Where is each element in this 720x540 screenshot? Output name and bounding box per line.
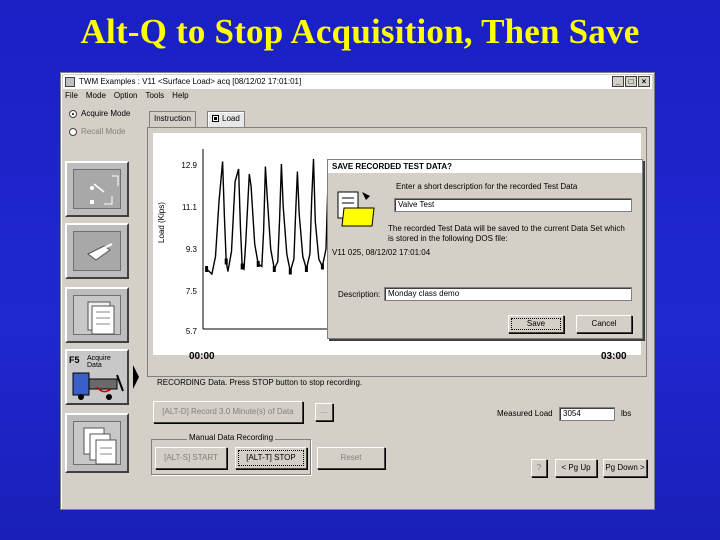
tab-instruction-label: Instruction: [154, 114, 191, 123]
menu-tools[interactable]: Tools: [145, 91, 164, 100]
recall-mode-radio[interactable]: Recall Mode: [69, 127, 125, 136]
side-panel-sensor[interactable]: [65, 161, 129, 217]
report-icon: [87, 301, 115, 335]
menu-mode[interactable]: Mode: [86, 91, 106, 100]
dialog-prompt: Enter a short description for the record…: [396, 182, 578, 191]
minimize-button[interactable]: _: [612, 76, 624, 87]
measured-load-label: Measured Load: [497, 409, 553, 418]
acquire-mode-label: Acquire Mode: [81, 109, 131, 118]
data-point: [240, 263, 244, 270]
data-point: [205, 266, 209, 272]
unit-label: lbs: [621, 409, 632, 418]
x-tick-label: 03:00: [601, 351, 627, 362]
data-point: [256, 261, 260, 267]
app-icon: [65, 77, 75, 87]
description-input[interactable]: Monday class demo: [384, 287, 632, 301]
load-tab-icon: [212, 115, 219, 122]
app-window: TWM Examples : V11 <Surface Load> acq [0…: [60, 72, 655, 510]
data-point: [288, 268, 292, 275]
ellipsis-button[interactable]: ...: [315, 403, 333, 421]
reset-button[interactable]: Reset: [317, 447, 385, 469]
truck-icon: [72, 372, 124, 400]
recording-status: RECORDING Data. Press STOP button to sto…: [157, 378, 363, 387]
menu-option[interactable]: Option: [114, 91, 138, 100]
y-axis-label: Load (Kips): [157, 202, 166, 243]
menu-help[interactable]: Help: [172, 91, 188, 100]
acquire-mode-radio[interactable]: Acquire Mode: [69, 109, 130, 118]
folder-document-icon: [337, 191, 375, 227]
save-dialog: SAVE RECORDED TEST DATA? Enter a short d…: [327, 159, 643, 339]
y-tick-label: 9.3: [185, 245, 197, 254]
data-point: [224, 258, 228, 265]
recall-mode-label: Recall Mode: [81, 127, 126, 136]
close-button[interactable]: ×: [638, 76, 650, 87]
y-tick-label: 12.9: [181, 161, 197, 170]
y-tick-label: 11.1: [182, 203, 197, 212]
dialog-file-path: V11 025, 08/12/02 17:01:04: [332, 248, 431, 257]
stop-button[interactable]: [ALT-T] STOP: [235, 447, 307, 469]
files-icon: [83, 427, 117, 465]
data-point: [320, 263, 324, 270]
manual-recording-label: Manual Data Recording: [187, 433, 276, 442]
side-panel-report[interactable]: [65, 287, 129, 343]
radio-unselected-icon: [69, 127, 77, 136]
maximize-button[interactable]: □: [625, 76, 637, 87]
slide-title: Alt-Q to Stop Acquisition, Then Save: [80, 12, 640, 51]
data-point: [304, 266, 308, 272]
dialog-info-line1: The recorded Test Data will be saved to …: [388, 224, 625, 233]
start-button[interactable]: [ALT-S] START: [155, 447, 227, 469]
radio-selected-icon: [69, 109, 77, 118]
description-label: Description:: [338, 290, 381, 299]
cancel-button[interactable]: Cancel: [576, 315, 632, 333]
tab-load[interactable]: Load: [207, 111, 245, 127]
save-button[interactable]: Save: [508, 315, 564, 333]
y-tick-label: 5.7: [185, 327, 197, 336]
active-panel-arrow-icon: [133, 365, 139, 389]
tool-icon: [87, 243, 113, 261]
sensor-icon: [90, 175, 119, 205]
x-tick-label: 00:00: [189, 351, 215, 362]
measured-load-field: 3054: [559, 407, 615, 421]
side-panel-files[interactable]: [65, 413, 129, 473]
side-panel-tool[interactable]: [65, 223, 129, 279]
menu-file[interactable]: File: [65, 91, 78, 100]
dialog-title: SAVE RECORDED TEST DATA?: [328, 160, 642, 173]
side-panel-acquire[interactable]: F5 Acquire Data: [65, 349, 129, 405]
page-up-button[interactable]: < Pg Up: [555, 459, 597, 477]
data-point: [272, 266, 276, 272]
help-button[interactable]: ?: [531, 459, 547, 477]
dialog-info-line2: is stored in the following DOS file:: [388, 234, 508, 243]
window-titlebar[interactable]: TWM Examples : V11 <Surface Load> acq [0…: [63, 75, 652, 89]
y-tick-label: 7.5: [185, 287, 197, 296]
menu-bar: File Mode Option Tools Help: [65, 91, 189, 100]
short-description-input[interactable]: Valve Test: [394, 198, 632, 212]
tab-load-label: Load: [222, 114, 240, 123]
record-button[interactable]: [ALT-D] Record 3.0 Minute(s) of Data: [153, 401, 303, 423]
tab-instruction[interactable]: Instruction: [149, 111, 196, 127]
page-down-button[interactable]: Pg Down >: [603, 459, 647, 477]
window-title: TWM Examples : V11 <Surface Load> acq [0…: [79, 77, 302, 86]
